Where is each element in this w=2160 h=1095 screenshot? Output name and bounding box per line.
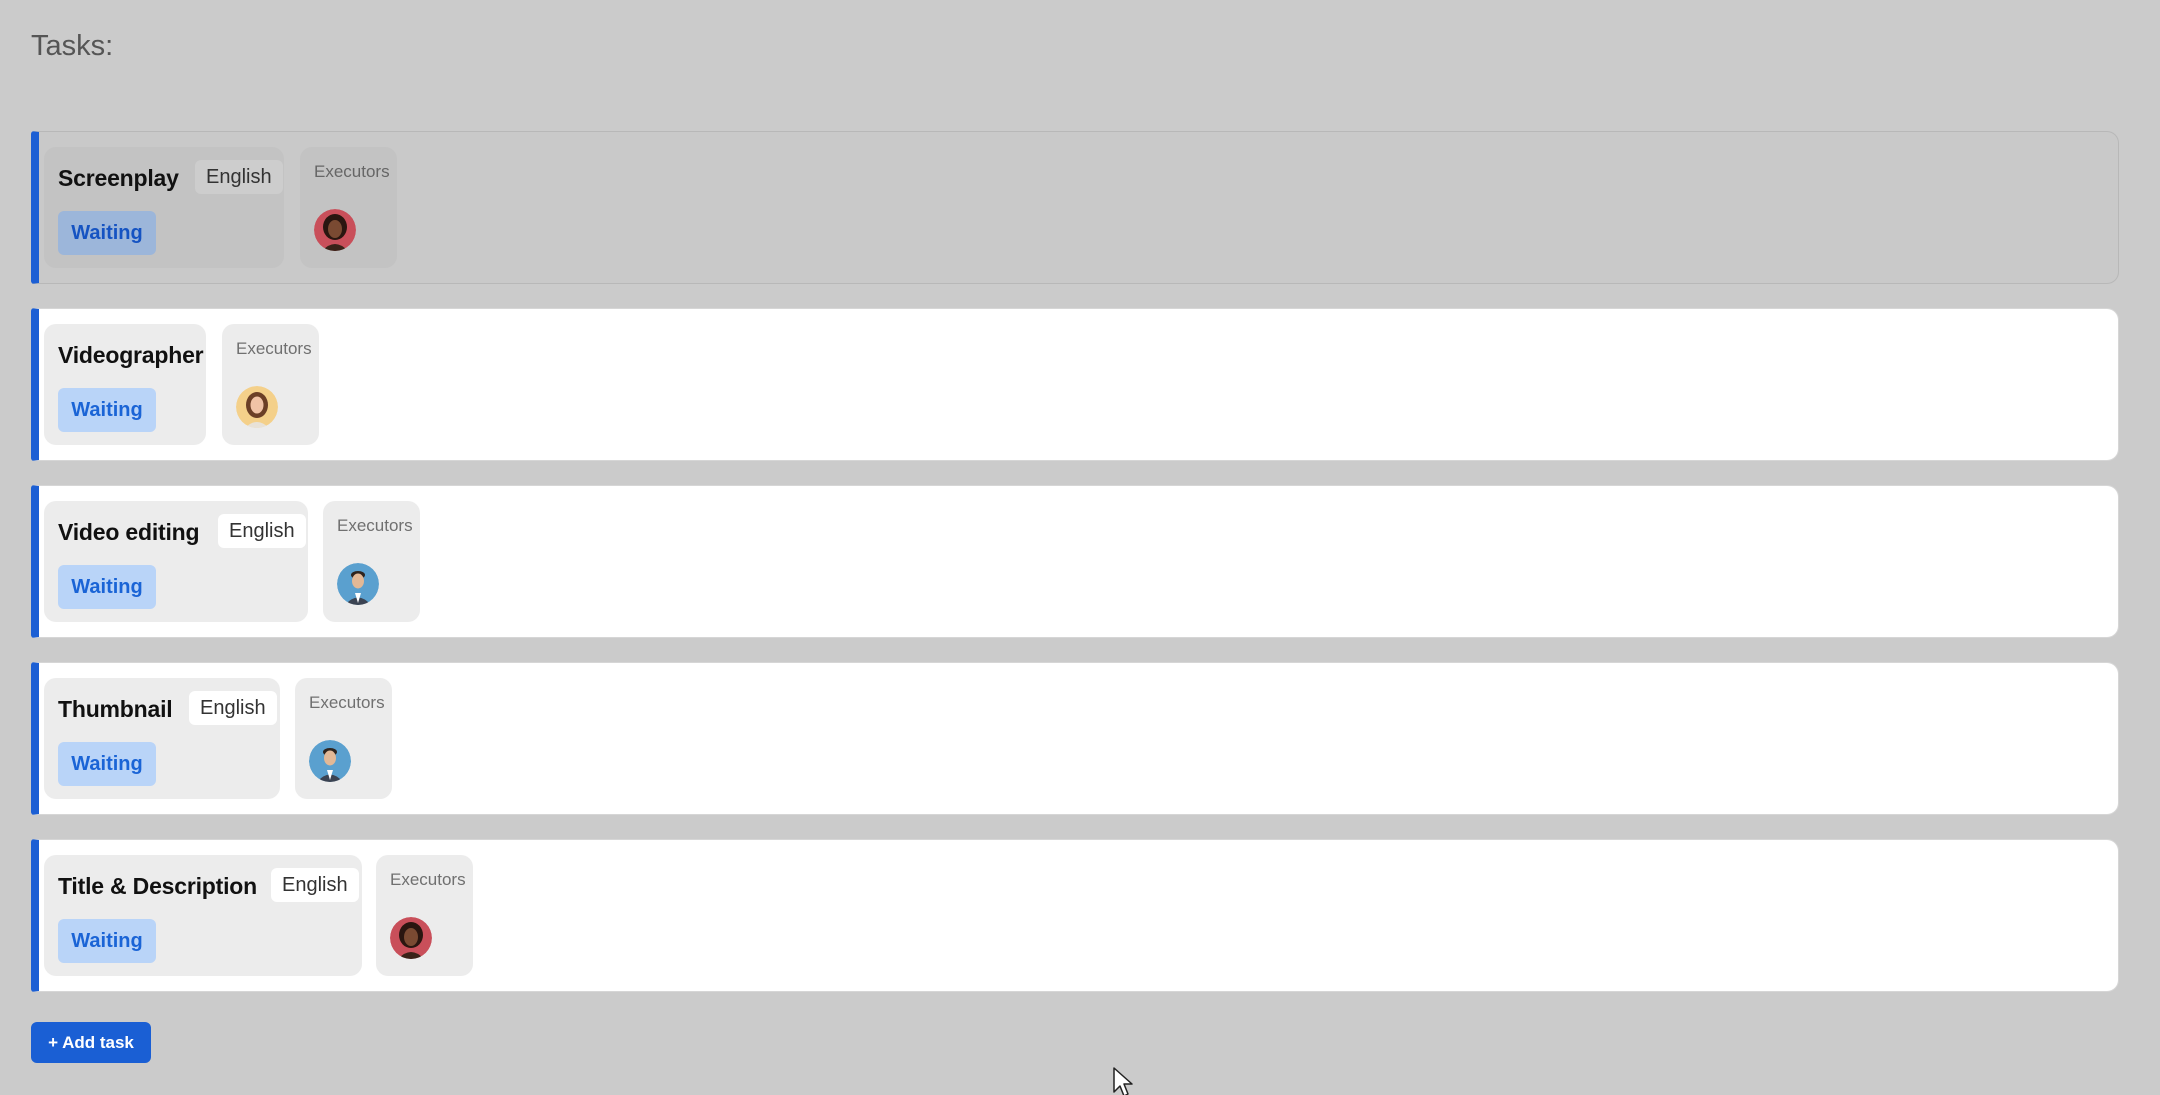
executor-avatar[interactable] — [236, 386, 278, 428]
task-row-title-description[interactable]: Title & Description English Waiting Exec… — [31, 839, 2119, 992]
executors-card[interactable]: Executors — [323, 501, 420, 622]
task-row-screenplay[interactable]: Screenplay English Waiting Executors — [31, 131, 2119, 284]
language-tag: English — [271, 868, 359, 902]
language-tag: English — [195, 160, 283, 194]
executor-avatar[interactable] — [337, 563, 379, 605]
executors-card[interactable]: Executors — [376, 855, 473, 976]
task-card[interactable]: Videographer Waiting — [44, 324, 206, 445]
task-name: Thumbnail — [58, 696, 173, 722]
executors-label: Executors — [236, 339, 312, 358]
status-badge[interactable]: Waiting — [58, 565, 156, 609]
task-row-video-editing[interactable]: Video editing English Waiting Executors — [31, 485, 2119, 638]
language-tag: English — [218, 514, 306, 548]
executors-card[interactable]: Executors — [222, 324, 319, 445]
task-row-videographer[interactable]: Videographer Waiting Executors — [31, 308, 2119, 461]
task-card[interactable]: Title & Description English Waiting — [44, 855, 362, 976]
executors-card[interactable]: Executors — [300, 147, 397, 268]
executor-avatar[interactable] — [314, 209, 356, 251]
executors-label: Executors — [309, 693, 385, 712]
executors-label: Executors — [390, 870, 466, 889]
task-card[interactable]: Screenplay English Waiting — [44, 147, 284, 268]
task-name: Screenplay — [58, 165, 179, 191]
mouse-cursor-icon — [1113, 1067, 1133, 1095]
executors-label: Executors — [337, 516, 413, 535]
status-badge[interactable]: Waiting — [58, 388, 156, 432]
page-title: Tasks: — [31, 30, 114, 62]
language-tag: English — [189, 691, 277, 725]
task-card[interactable]: Thumbnail English Waiting — [44, 678, 280, 799]
status-badge[interactable]: Waiting — [58, 211, 156, 255]
task-card[interactable]: Video editing English Waiting — [44, 501, 308, 622]
status-badge[interactable]: Waiting — [58, 919, 156, 963]
task-name: Title & Description — [58, 873, 257, 899]
add-task-button[interactable]: + Add task — [31, 1022, 151, 1063]
task-name: Video editing — [58, 519, 200, 545]
executor-avatar[interactable] — [390, 917, 432, 959]
task-row-thumbnail[interactable]: Thumbnail English Waiting Executors — [31, 662, 2119, 815]
executor-avatar[interactable] — [309, 740, 351, 782]
task-list: Screenplay English Waiting Executors Vid… — [31, 131, 2119, 992]
status-badge[interactable]: Waiting — [58, 742, 156, 786]
executors-card[interactable]: Executors — [295, 678, 392, 799]
executors-label: Executors — [314, 162, 390, 181]
task-name: Videographer — [58, 342, 204, 368]
